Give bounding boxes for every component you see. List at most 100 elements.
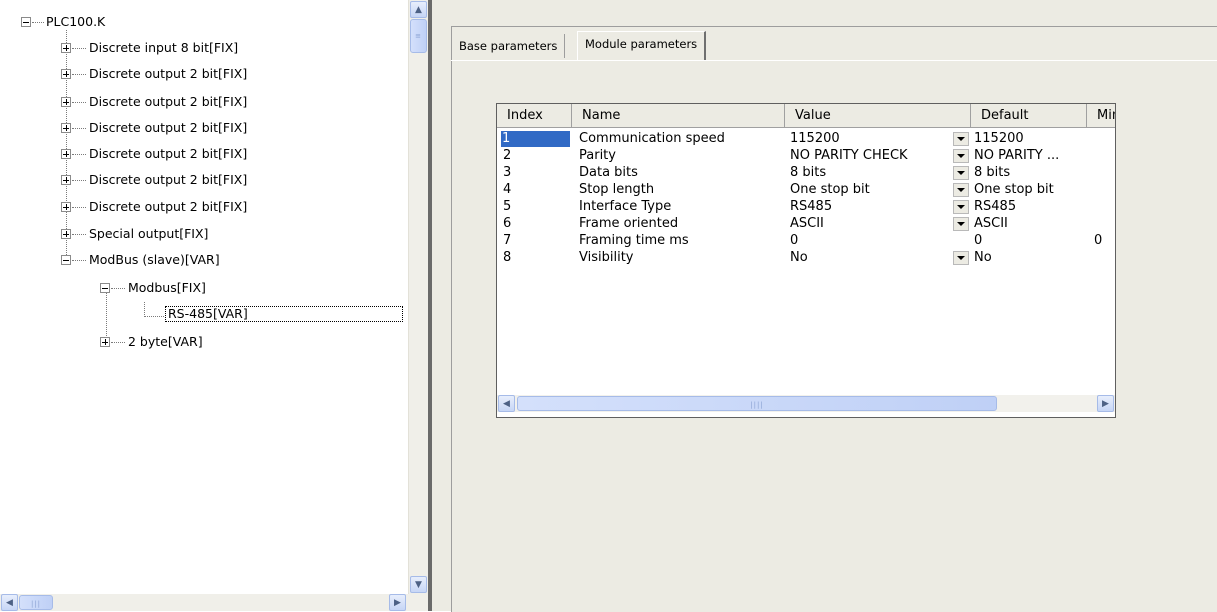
value-cell[interactable]: 8 bits	[790, 165, 950, 181]
collapse-icon[interactable]	[61, 255, 71, 265]
scroll-thumb[interactable]: |||	[19, 595, 53, 610]
min-cell	[1094, 250, 1114, 266]
default-cell: ASCII	[974, 216, 1008, 231]
grip-icon: ||||	[750, 401, 764, 409]
tree-node-item[interactable]: Special output[FIX]	[0, 225, 320, 243]
tab-module-parameters[interactable]: Module parameters	[577, 31, 707, 61]
table-row[interactable]: 1 Communication speed 115200 115200	[497, 131, 1115, 147]
dropdown-arrow-icon[interactable]	[953, 166, 969, 180]
index-cell: 5	[503, 199, 512, 214]
expand-icon[interactable]	[61, 97, 71, 107]
collapse-icon[interactable]	[21, 17, 31, 27]
tab-base-parameters[interactable]: Base parameters	[452, 34, 566, 58]
table-row[interactable]: 2 Parity NO PARITY CHECK NO PARITY ...	[497, 148, 1115, 164]
collapse-icon[interactable]	[100, 283, 110, 293]
expand-icon[interactable]	[61, 202, 71, 212]
tree-node-rs485[interactable]: RS-485[VAR]	[0, 304, 408, 322]
scroll-right-button[interactable]: ▶	[389, 594, 406, 611]
value-cell[interactable]: No	[790, 250, 950, 266]
tree-node-label: PLC100.K	[46, 14, 106, 29]
value-cell[interactable]: NO PARITY CHECK	[790, 148, 950, 164]
tree-node-item[interactable]: Discrete output 2 bit[FIX]	[0, 198, 320, 216]
min-cell	[1094, 182, 1114, 198]
name-cell: Data bits	[579, 165, 638, 180]
value-cell[interactable]: 115200	[790, 131, 950, 147]
dropdown-arrow-icon[interactable]	[953, 217, 969, 231]
index-cell: 6	[503, 216, 512, 231]
table-row[interactable]: 6 Frame oriented ASCII ASCII	[497, 216, 1115, 232]
parameters-grid[interactable]: Index Name Value Default Min 1 Communica…	[496, 103, 1116, 418]
value-cell[interactable]: ASCII	[790, 216, 950, 232]
project-tree-panel: PLC100.K Discrete input 8 bit[FIX] Discr…	[0, 0, 430, 611]
expand-icon[interactable]	[61, 43, 71, 53]
expand-icon[interactable]	[61, 149, 71, 159]
tree-node-item[interactable]: Discrete output 2 bit[FIX]	[0, 93, 320, 111]
value-cell[interactable]: RS485	[790, 199, 950, 215]
name-cell: Interface Type	[579, 199, 672, 214]
grip-icon: |||	[30, 600, 42, 608]
dropdown-arrow-icon[interactable]	[953, 149, 969, 163]
tree-connector-line	[72, 154, 86, 155]
expand-icon[interactable]	[61, 175, 71, 185]
tree-node-item[interactable]: Discrete output 2 bit[FIX]	[0, 119, 320, 137]
scroll-thumb[interactable]: ||||	[517, 396, 997, 411]
column-header-min[interactable]: Min	[1087, 104, 1115, 127]
index-cell: 2	[503, 148, 512, 163]
column-header-default[interactable]: Default	[971, 104, 1087, 127]
name-cell: Visibility	[579, 250, 634, 265]
table-row[interactable]: 8 Visibility No No	[497, 250, 1115, 266]
index-cell: 3	[503, 165, 512, 180]
tree-connector-line	[144, 316, 164, 317]
tree-node-item[interactable]: ModBus (slave)[VAR]	[0, 251, 320, 269]
tree-node-item[interactable]: Discrete input 8 bit[FIX]	[0, 39, 320, 57]
table-row[interactable]: 3 Data bits 8 bits 8 bits	[497, 165, 1115, 181]
tree-node-item[interactable]: Discrete output 2 bit[FIX]	[0, 171, 320, 189]
column-header-index[interactable]: Index	[497, 104, 572, 127]
value-cell[interactable]: One stop bit	[790, 182, 950, 198]
tree-connector-line	[111, 342, 125, 343]
expand-icon[interactable]	[100, 337, 110, 347]
scroll-left-button[interactable]: ◀	[1, 594, 18, 611]
table-row[interactable]: 7 Framing time ms 0 0 0	[497, 233, 1115, 249]
name-cell: Stop length	[579, 182, 655, 197]
dropdown-arrow-icon[interactable]	[953, 132, 969, 146]
tree-horizontal-scrollbar[interactable]: ◀ ||| ▶	[0, 594, 428, 611]
column-header-name[interactable]: Name	[572, 104, 785, 127]
project-tree: PLC100.K Discrete input 8 bit[FIX] Discr…	[0, 0, 408, 594]
tree-node-item[interactable]: Discrete output 2 bit[FIX]	[0, 145, 320, 163]
tree-node-item[interactable]: Discrete output 2 bit[FIX]	[0, 65, 320, 83]
arrow-left-icon: ◀	[6, 597, 13, 608]
tree-vertical-scrollbar[interactable]: ▲ ≡ ▼	[408, 0, 429, 594]
min-cell	[1094, 148, 1114, 164]
tree-node-label: Special output[FIX]	[89, 226, 209, 241]
name-cell: Communication speed	[579, 131, 725, 146]
min-cell	[1094, 165, 1114, 181]
arrow-right-icon: ▶	[394, 597, 401, 608]
scroll-left-button[interactable]: ◀	[498, 395, 515, 412]
table-row[interactable]: 5 Interface Type RS485 RS485	[497, 199, 1115, 215]
tree-node-label: Discrete output 2 bit[FIX]	[89, 172, 248, 187]
scroll-down-button[interactable]: ▼	[410, 576, 427, 593]
dropdown-arrow-icon[interactable]	[953, 183, 969, 197]
tree-connector-line	[72, 48, 86, 49]
dropdown-arrow-icon[interactable]	[953, 200, 969, 214]
expand-icon[interactable]	[61, 69, 71, 79]
value-cell[interactable]: 0	[790, 233, 950, 249]
scroll-thumb[interactable]: ≡	[410, 19, 427, 53]
tree-node-label: ModBus (slave)[VAR]	[89, 252, 220, 267]
scroll-up-button[interactable]: ▲	[410, 1, 427, 18]
tree-connector-line	[72, 74, 86, 75]
index-cell: 1	[501, 131, 570, 147]
dropdown-arrow-icon[interactable]	[953, 251, 969, 265]
tree-connector-line	[72, 207, 86, 208]
min-cell: 0	[1094, 233, 1103, 248]
table-row[interactable]: 4 Stop length One stop bit One stop bit	[497, 182, 1115, 198]
scroll-right-button[interactable]: ▶	[1097, 395, 1114, 412]
expand-icon[interactable]	[61, 229, 71, 239]
tree-node-2byte[interactable]: 2 byte[VAR]	[0, 333, 320, 351]
tree-node-root[interactable]: PLC100.K	[0, 13, 200, 31]
expand-icon[interactable]	[61, 123, 71, 133]
tree-node-modbus[interactable]: Modbus[FIX]	[0, 279, 320, 297]
grid-horizontal-scrollbar[interactable]: ◀ |||| ▶	[497, 395, 1115, 412]
column-header-value[interactable]: Value	[785, 104, 971, 127]
